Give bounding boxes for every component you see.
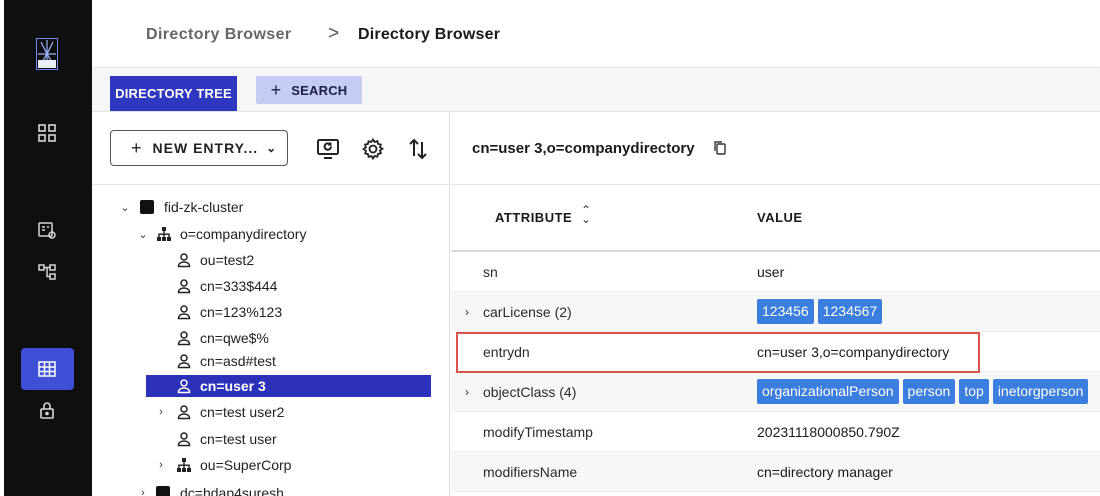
tree-node-cluster[interactable]: ⌄ fid-zk-cluster <box>118 196 243 218</box>
chevron-down-icon[interactable]: ⌄ <box>136 228 150 241</box>
attribute-value: user <box>757 264 785 280</box>
tree-node-label: cn=qwe$% <box>200 330 269 346</box>
value-chip: top <box>959 379 989 404</box>
new-entry-label: NEW ENTRY... <box>152 140 259 156</box>
tree-node-entry[interactable]: › cn=test user2 <box>154 401 284 423</box>
tree-node-entry[interactable]: cn=333$444 <box>176 275 277 297</box>
chevron-right-icon[interactable]: › <box>465 385 469 399</box>
directory-tree-panel: + NEW ENTRY... ⌄ ⌄ fid-zk-cluster ⌄ o=co… <box>92 112 450 496</box>
person-icon <box>176 330 192 346</box>
tab-search-label: SEARCH <box>291 82 348 98</box>
chevron-down-icon: ⌄ <box>266 141 278 155</box>
attribute-value: 20231118000850.790Z <box>757 424 900 440</box>
table-row: sn user <box>451 252 1100 292</box>
attribute-name: modifiersName <box>483 464 578 480</box>
lock-icon[interactable] <box>37 400 57 420</box>
breadcrumb-separator-icon: > <box>328 23 340 44</box>
highlight-box <box>456 332 980 373</box>
refresh-screen-icon[interactable] <box>315 136 341 162</box>
value-chips: organizationalPerson person top inetorgp… <box>757 379 1089 404</box>
tree-node-root[interactable]: › dc=hdap4suresh <box>136 482 284 496</box>
dashboard-icon[interactable] <box>37 123 57 143</box>
tree-node-label: cn=123%123 <box>200 304 283 320</box>
plus-icon: + <box>131 137 143 158</box>
org-tree-icon <box>156 226 172 242</box>
breadcrumb-parent[interactable]: Directory Browser <box>146 26 292 44</box>
attribute-name: sn <box>483 264 498 280</box>
person-icon <box>176 404 192 420</box>
column-header-attribute[interactable]: ATTRIBUTE <box>495 210 572 225</box>
attribute-name: modifyTimestamp <box>483 424 593 440</box>
value-chip: inetorgperson <box>992 379 1089 404</box>
tree-node-entry[interactable]: cn=test user <box>176 428 277 450</box>
tree-node-label: ou=test2 <box>200 252 255 268</box>
tab-directory-tree[interactable]: DIRECTORY TREE <box>110 76 237 111</box>
person-icon <box>176 378 192 394</box>
person-icon <box>176 304 192 320</box>
directory-sync-icon[interactable] <box>37 220 57 240</box>
app-rail <box>0 0 92 496</box>
chevron-right-icon[interactable]: › <box>154 406 168 418</box>
value-chip: person <box>902 379 956 404</box>
directory-browser-icon[interactable] <box>37 359 57 379</box>
table-row: modifyTimestamp 20231118000850.790Z <box>451 412 1100 452</box>
chevron-right-icon[interactable]: › <box>465 305 469 319</box>
tab-bar: DIRECTORY TREE + SEARCH <box>92 69 1100 112</box>
table-row: modifiersName cn=directory manager <box>451 452 1100 492</box>
tree-node-entry[interactable]: cn=asd#test <box>176 350 276 372</box>
page-header: Directory Browser > Directory Browser <box>92 0 1100 68</box>
tree-node-ou-test2[interactable]: ou=test2 <box>176 249 254 271</box>
tree-node-label: o=companydirectory <box>180 226 307 242</box>
copy-icon[interactable] <box>713 140 727 156</box>
entry-dn-title: cn=user 3,o=companydirectory <box>472 140 695 157</box>
value-chip: organizationalPerson <box>757 379 899 404</box>
divider <box>92 184 450 185</box>
tree-node-label: dc=hdap4suresh <box>180 485 284 496</box>
cluster-icon <box>156 486 170 496</box>
tree-node-label: ou=SuperCorp <box>200 457 292 473</box>
chevron-right-icon[interactable]: › <box>154 459 168 471</box>
sort-arrows-icon[interactable] <box>405 136 431 162</box>
value-chip: 1234567 <box>817 299 883 324</box>
chevron-down-icon[interactable]: ⌄ <box>118 201 132 214</box>
chevron-right-icon[interactable]: › <box>136 487 150 496</box>
new-entry-button[interactable]: + NEW ENTRY... ⌄ <box>110 130 288 166</box>
column-header-value: VALUE <box>757 210 803 225</box>
entry-details-panel: cn=user 3,o=companydirectory ATTRIBUTE ⌃… <box>451 112 1100 496</box>
cluster-icon <box>140 200 154 214</box>
org-tree-icon <box>176 457 192 473</box>
person-icon <box>176 278 192 294</box>
person-icon <box>176 252 192 268</box>
tab-search[interactable]: + SEARCH <box>256 76 362 104</box>
value-chips: 123456 1234567 <box>757 299 883 324</box>
tree-node-ou[interactable]: › ou=SuperCorp <box>154 454 291 476</box>
value-chip: 123456 <box>757 299 814 324</box>
table-row[interactable]: › objectClass (4) organizationalPerson p… <box>451 372 1100 412</box>
tree-node-label: cn=asd#test <box>200 353 276 369</box>
person-icon <box>176 353 192 369</box>
hierarchy-icon[interactable] <box>37 262 57 282</box>
attribute-name: objectClass (4) <box>483 384 577 400</box>
sort-icon[interactable]: ⌃ ⌄ <box>581 204 591 225</box>
tree-node-label: cn=333$444 <box>200 278 278 294</box>
tree-node-entry[interactable]: cn=qwe$% <box>176 327 269 349</box>
tree-node-label: cn=test user2 <box>200 404 285 420</box>
divider <box>451 184 1100 185</box>
app-logo-icon[interactable] <box>36 38 58 70</box>
person-icon <box>176 431 192 447</box>
tree-node-label: fid-zk-cluster <box>164 199 244 215</box>
settings-gear-icon[interactable] <box>360 136 386 162</box>
tree-node-label: cn=user 3 <box>200 378 266 394</box>
tree-node-org[interactable]: ⌄ o=companydirectory <box>136 223 306 245</box>
tree-node-entry[interactable]: cn=123%123 <box>176 301 282 323</box>
plus-icon: + <box>270 80 282 100</box>
tree-node-label: cn=test user <box>200 431 277 447</box>
attribute-value: cn=directory manager <box>757 464 893 480</box>
breadcrumb-current: Directory Browser <box>358 26 501 43</box>
tree-node-selected[interactable]: cn=user 3 <box>146 375 431 397</box>
attribute-name: carLicense (2) <box>483 304 572 320</box>
table-row[interactable]: › carLicense (2) 123456 1234567 <box>451 292 1100 332</box>
window-edge <box>0 0 4 496</box>
